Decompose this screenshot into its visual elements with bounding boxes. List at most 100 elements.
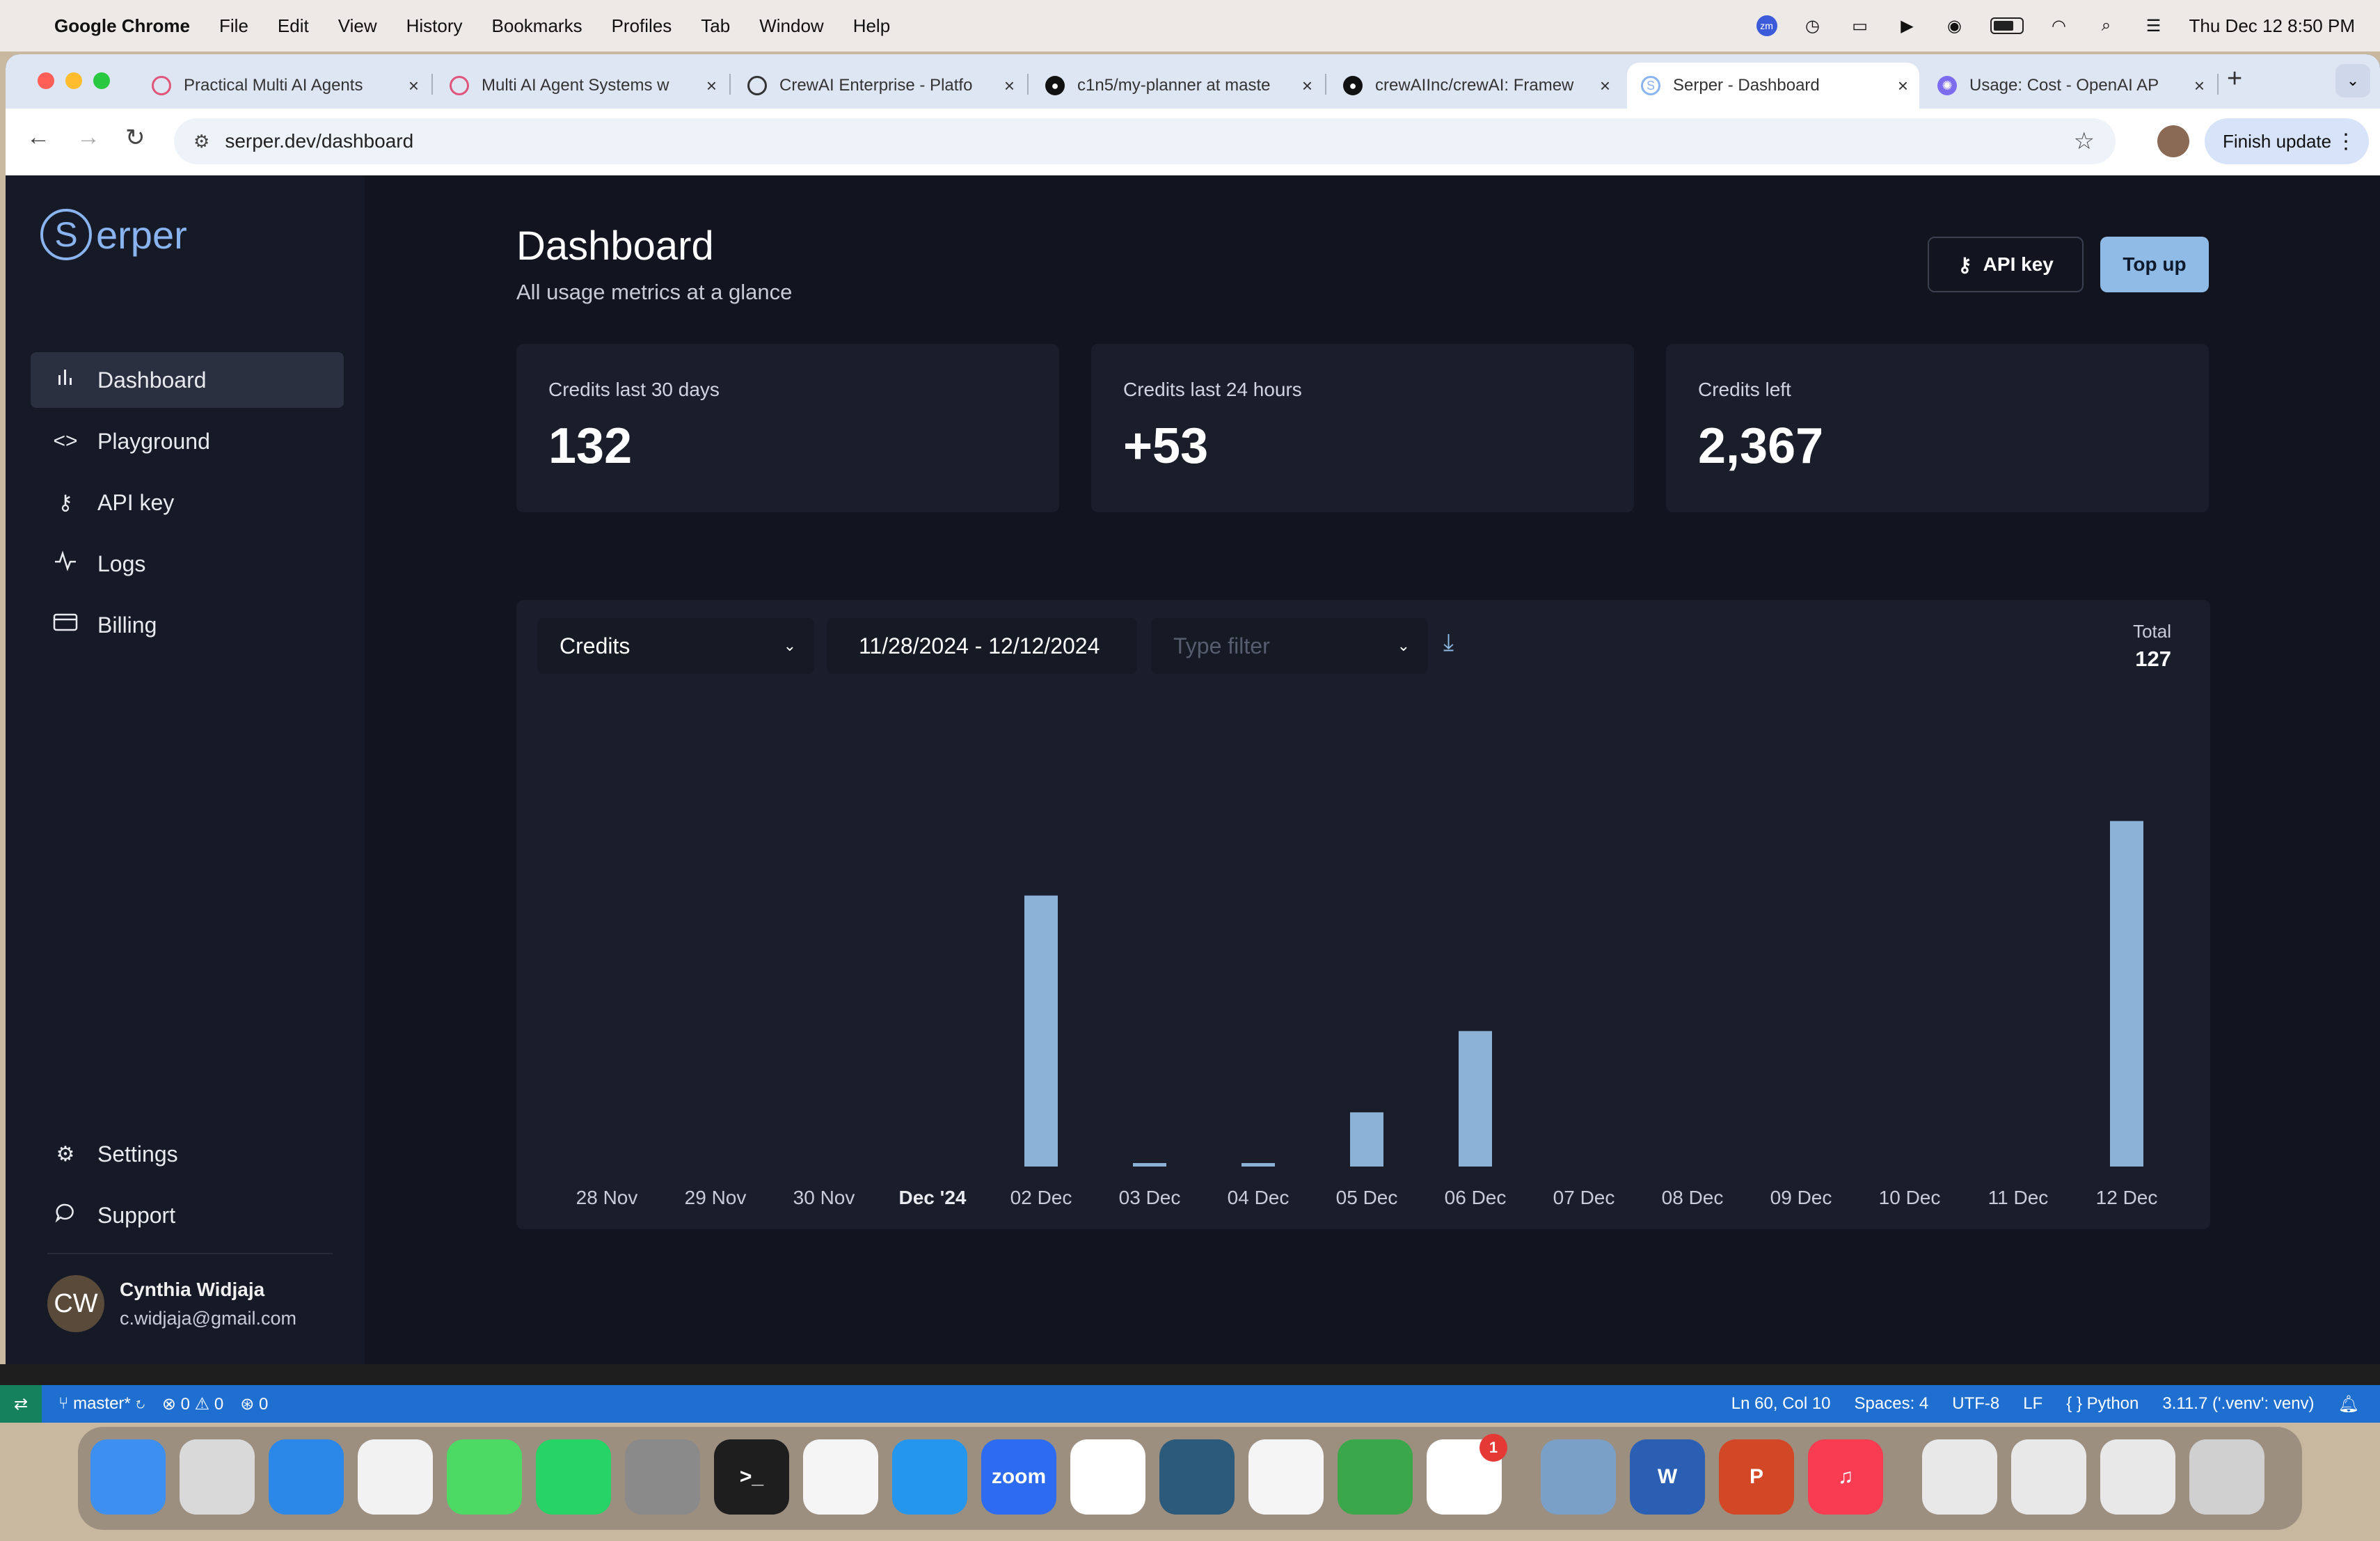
language-mode[interactable]: { } Python [2066,1394,2139,1414]
tab-crewai-enterprise[interactable]: CrewAI Enterprise - Platfo × [733,63,1026,109]
file-icon[interactable] [1922,1439,1997,1515]
tab-serper-dashboard[interactable]: S Serper - Dashboard × [1627,63,1919,109]
menu-edit[interactable]: Edit [278,15,309,37]
close-tab-icon[interactable]: × [1004,75,1015,97]
maximize-window-button[interactable] [93,72,110,89]
chart-bar[interactable] [1133,1163,1166,1167]
menu-window[interactable]: Window [759,15,823,37]
close-tab-icon[interactable]: × [1600,75,1610,97]
chart-bar[interactable] [1241,1163,1275,1167]
indentation[interactable]: Spaces: 4 [1855,1394,1929,1414]
serper-logo[interactable]: S erper [40,209,187,260]
ports-status[interactable]: ⊛ 0 [240,1394,268,1414]
tab-openai-usage[interactable]: ✺ Usage: Cost - OpenAI AP × [1923,63,2216,109]
screenshot-icon-2[interactable] [2100,1439,2175,1515]
messages-icon[interactable] [447,1439,522,1515]
zoom-status-icon[interactable]: zm [1756,15,1777,36]
whatsapp-icon[interactable] [536,1439,611,1515]
mysql-workbench-icon[interactable] [1159,1439,1235,1515]
sidebar-item-settings[interactable]: ⚙ Settings [31,1126,344,1182]
launchpad-icon[interactable] [180,1439,255,1515]
reload-icon[interactable]: ↻ [125,124,145,152]
menu-file[interactable]: File [219,15,248,37]
close-tab-icon[interactable]: × [706,75,717,97]
close-tab-icon[interactable]: × [1898,75,1908,97]
terminal-icon[interactable]: >_ [714,1439,789,1515]
close-window-button[interactable] [38,72,54,89]
zoom-icon[interactable]: zoom [981,1439,1056,1515]
tab-crewai-github[interactable]: ● crewAIInc/crewAI: Framew × [1329,63,1621,109]
branch-status[interactable]: ⑂ master* ↻ [58,1394,145,1414]
chart-bar[interactable] [1459,1031,1492,1167]
download-icon[interactable]: ⤓ [1443,629,1454,656]
remote-icon[interactable]: ⇄ [0,1385,42,1423]
spotlight-search-icon[interactable]: ⌕ [2095,16,2118,35]
menu-history[interactable]: History [406,15,463,37]
sidebar-item-support[interactable]: Support [31,1187,344,1243]
line-endings[interactable]: LF [2023,1394,2042,1414]
api-key-button[interactable]: ⚷ API key [1928,237,2084,292]
sidebar-item-logs[interactable]: Logs [31,536,344,592]
bookmark-star-icon[interactable]: ☆ [2074,127,2095,155]
play-icon[interactable]: ▶ [1896,16,1919,35]
address-bar[interactable]: ⚙ serper.dev/dashboard ☆ [174,118,2116,164]
music-icon[interactable]: ♫ [1808,1439,1883,1515]
sidebar-item-billing[interactable]: Billing [31,597,344,653]
system-settings-icon[interactable] [625,1439,700,1515]
tab-multi-ai-agent-systems[interactable]: Multi AI Agent Systems w × [436,63,728,109]
problems-status[interactable]: ⊗ 0 ⚠ 0 [162,1394,223,1414]
more-options-icon[interactable]: ⋮ [2335,129,2356,154]
preview-icon[interactable] [1541,1439,1616,1515]
menu-view[interactable]: View [338,15,377,37]
chart-bar[interactable] [2110,821,2143,1167]
sidebar-item-playground[interactable]: <> Playground [31,413,344,469]
control-center-icon[interactable]: ☰ [2142,16,2166,35]
notifications-bell-icon[interactable]: 🔔︎ [2338,1394,2359,1414]
textedit-icon[interactable] [803,1439,878,1515]
cursor-position[interactable]: Ln 60, Col 10 [1731,1394,1831,1414]
chart-bar[interactable] [1350,1112,1383,1167]
menu-profiles[interactable]: Profiles [612,15,672,37]
user-profile[interactable]: CW Cynthia Widjaja c.widjaja@gmail.com [47,1275,296,1332]
battery-icon[interactable] [1990,17,2024,34]
url-text[interactable]: serper.dev/dashboard [225,130,413,152]
new-tab-icon[interactable]: + [2227,64,2242,94]
encoding[interactable]: UTF-8 [1952,1394,1999,1414]
chrome-icon[interactable] [358,1439,433,1515]
top-up-button[interactable]: Top up [2100,237,2209,292]
back-icon[interactable]: ← [26,124,50,151]
date-range-picker[interactable]: 11/28/2024 - 12/12/2024 [827,618,1137,674]
chevron-down-icon[interactable]: ⌄ [2335,64,2370,97]
menubar-clock[interactable]: Thu Dec 12 8:50 PM [2189,15,2355,37]
progress-icon[interactable] [1338,1439,1413,1515]
bed-icon[interactable]: ▭ [1848,16,1872,35]
tableau-icon[interactable] [1248,1439,1324,1515]
close-tab-icon[interactable]: × [1302,75,1312,97]
docker-icon[interactable] [892,1439,967,1515]
close-tab-icon[interactable]: × [408,75,419,97]
site-settings-icon[interactable]: ⚙ [193,131,209,152]
chart-bar[interactable] [1024,895,1058,1167]
close-tab-icon[interactable]: × [2194,75,2205,97]
menu-tab[interactable]: Tab [701,15,730,37]
safari-icon[interactable] [269,1439,344,1515]
trash-icon[interactable] [2189,1439,2264,1515]
powerpoint-icon[interactable]: P [1719,1439,1794,1515]
slack-icon[interactable]: 1 [1427,1434,1507,1515]
tab-practical-multi-ai-agents[interactable]: Practical Multi AI Agents × [138,63,430,109]
vscode-icon[interactable] [1070,1439,1145,1515]
menu-app-name[interactable]: Google Chrome [54,15,190,37]
profile-avatar[interactable] [2157,125,2189,157]
tab-my-planner[interactable]: ● c1n5/my-planner at maste × [1031,63,1324,109]
word-icon[interactable]: W [1630,1439,1705,1515]
finish-update-button[interactable]: Finish update ⋮ [2205,118,2369,164]
user-account-icon[interactable]: ◉ [1943,16,1967,35]
metric-select[interactable]: Credits ⌄ [537,618,814,674]
sidebar-item-api-key[interactable]: ⚷ API key [31,475,344,530]
screenshot-icon[interactable] [2011,1439,2086,1515]
time-machine-icon[interactable]: ◷ [1801,16,1825,35]
python-interpreter[interactable]: 3.11.7 ('.venv': venv) [2162,1394,2314,1414]
finder-icon[interactable] [90,1439,166,1515]
sidebar-item-dashboard[interactable]: Dashboard [31,352,344,408]
wifi-icon[interactable]: ◠ [2047,16,2071,35]
